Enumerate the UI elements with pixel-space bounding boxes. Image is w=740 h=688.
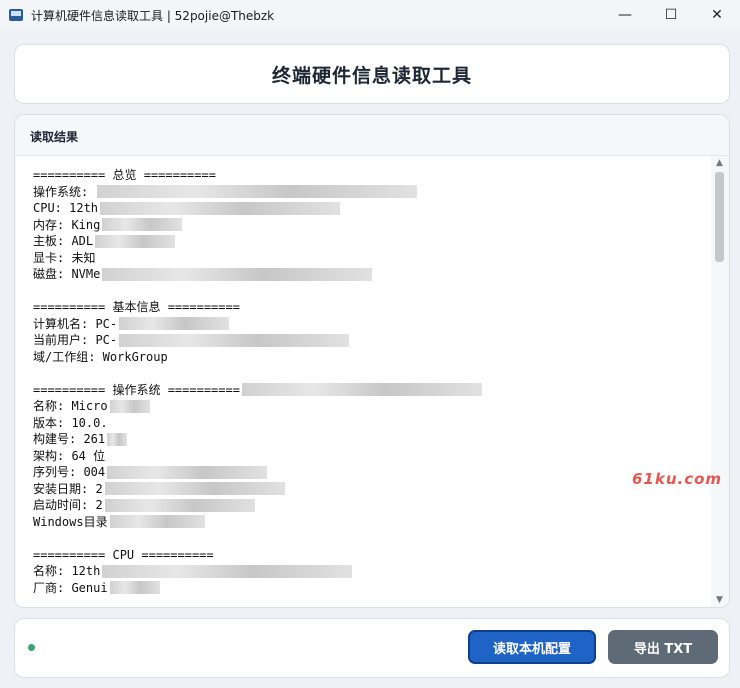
result-line-text: ========== 基本信息 ==========	[33, 300, 240, 314]
result-line: 磁盘: NVMe	[33, 266, 482, 283]
redacted-value	[102, 267, 373, 281]
result-line: 名称: 12th	[33, 563, 482, 580]
result-line: Windows目录	[33, 514, 482, 531]
result-line-text: 架构: 64 位	[33, 448, 106, 463]
result-line-text: 安装日期: 2	[33, 481, 103, 496]
result-line: 主板: ADL	[33, 233, 482, 250]
redacted-value	[102, 218, 183, 232]
window-controls: — ☐ ✕	[602, 0, 740, 30]
result-line	[33, 365, 482, 382]
result-line: 操作系统:	[33, 184, 482, 201]
result-line-text: 磁盘: NVMe	[33, 267, 101, 281]
close-button[interactable]: ✕	[694, 0, 740, 30]
result-line: 架构: 64 位	[33, 448, 482, 465]
result-line: 构建号: 261	[33, 431, 482, 448]
result-lines: ========== 总览 ========== 操作系统: CPU: 12th 内…	[33, 167, 482, 596]
result-line-text: 序列号: 004	[33, 465, 106, 479]
redacted-value	[104, 498, 255, 512]
result-line-text: 厂商: Genui	[33, 580, 108, 595]
result-line-text: CPU: 12th	[33, 201, 99, 215]
watermark-text: 61ku.com	[632, 470, 723, 488]
footer-bar: 读取本机配置 导出 TXT	[14, 618, 730, 678]
redacted-value	[97, 185, 418, 199]
redacted-value	[109, 399, 150, 413]
result-line-text: 版本: 10.0.	[33, 415, 108, 430]
result-line-text: 构建号: 261	[33, 432, 106, 446]
read-config-button[interactable]: 读取本机配置	[468, 630, 596, 664]
minimize-button[interactable]: —	[602, 0, 648, 30]
result-line-text	[33, 530, 40, 547]
result-line: 名称: Micro	[33, 398, 482, 415]
result-label: 读取结果	[30, 130, 79, 144]
redacted-value	[119, 333, 350, 347]
result-line	[33, 530, 482, 547]
app-icon	[9, 9, 23, 21]
result-text-area[interactable]: ========== 总览 ========== 操作系统: CPU: 12th 内…	[16, 155, 728, 607]
redacted-value	[95, 234, 176, 248]
redacted-value	[104, 482, 285, 496]
scroll-down-icon[interactable]: ▼	[711, 593, 728, 607]
result-line: 显卡: 未知	[33, 250, 482, 267]
redacted-value	[241, 383, 482, 397]
result-line-text: 域/工作组: WorkGroup	[33, 349, 168, 364]
result-line: 当前用户: PC-	[33, 332, 482, 349]
header-card: 终端硬件信息读取工具	[14, 44, 730, 104]
result-line: 启动时间: 2	[33, 497, 482, 514]
result-line: 厂商: Genui	[33, 580, 482, 597]
result-line	[33, 283, 482, 300]
export-txt-button[interactable]: 导出 TXT	[608, 630, 718, 664]
result-line: ========== 操作系统 ==========	[33, 382, 482, 399]
vertical-scrollbar[interactable]: ▲ ▼	[711, 156, 728, 607]
scroll-up-icon[interactable]: ▲	[711, 156, 728, 170]
redacted-value	[107, 432, 128, 446]
result-line: 版本: 10.0.	[33, 415, 482, 432]
result-line-text	[33, 365, 40, 382]
result-line: 内存: King	[33, 217, 482, 234]
redacted-value	[100, 201, 341, 215]
result-line: ========== CPU ==========	[33, 547, 482, 564]
status-indicator	[28, 644, 35, 651]
result-line: CPU: 12th	[33, 200, 482, 217]
redacted-value	[109, 581, 160, 595]
result-line: 安装日期: 2	[33, 481, 482, 498]
result-line-text: 内存: King	[33, 217, 101, 232]
result-line-text: ========== 总览 ==========	[33, 168, 216, 182]
result-line-text: ========== 操作系统 ==========	[33, 382, 240, 397]
redacted-value	[102, 564, 353, 578]
result-line-text	[33, 283, 40, 300]
result-line-text: 名称: 12th	[33, 564, 101, 578]
result-line-text: Windows目录	[33, 514, 108, 529]
result-line-text: 当前用户: PC-	[33, 333, 118, 347]
redacted-value	[119, 317, 230, 331]
title-bar: 计算机硬件信息读取工具 | 52pojie@Thebzk — ☐ ✕	[0, 0, 740, 30]
result-panel: 读取结果 ========== 总览 ========== 操作系统: CPU: …	[14, 114, 730, 608]
result-line-text: 名称: Micro	[33, 399, 108, 413]
maximize-button[interactable]: ☐	[648, 0, 694, 30]
result-line: 计算机名: PC-	[33, 316, 482, 333]
result-line-text: ========== CPU ==========	[33, 547, 214, 562]
result-line: ========== 总览 ==========	[33, 167, 482, 184]
redacted-value	[109, 515, 205, 529]
result-line-text: 显卡: 未知	[33, 250, 96, 265]
result-line-text: 操作系统:	[33, 184, 96, 199]
result-line: ========== 基本信息 ==========	[33, 299, 482, 316]
result-line: 域/工作组: WorkGroup	[33, 349, 482, 366]
redacted-value	[107, 465, 268, 479]
result-line: 序列号: 004	[33, 464, 482, 481]
page-title: 终端硬件信息读取工具	[271, 64, 472, 87]
result-line-text: 启动时间: 2	[33, 498, 103, 512]
result-line-text: 主板: ADL	[33, 234, 94, 248]
scroll-thumb[interactable]	[715, 172, 724, 262]
window-title: 计算机硬件信息读取工具 | 52pojie@Thebzk	[31, 8, 275, 23]
result-line-text: 计算机名: PC-	[33, 316, 118, 331]
